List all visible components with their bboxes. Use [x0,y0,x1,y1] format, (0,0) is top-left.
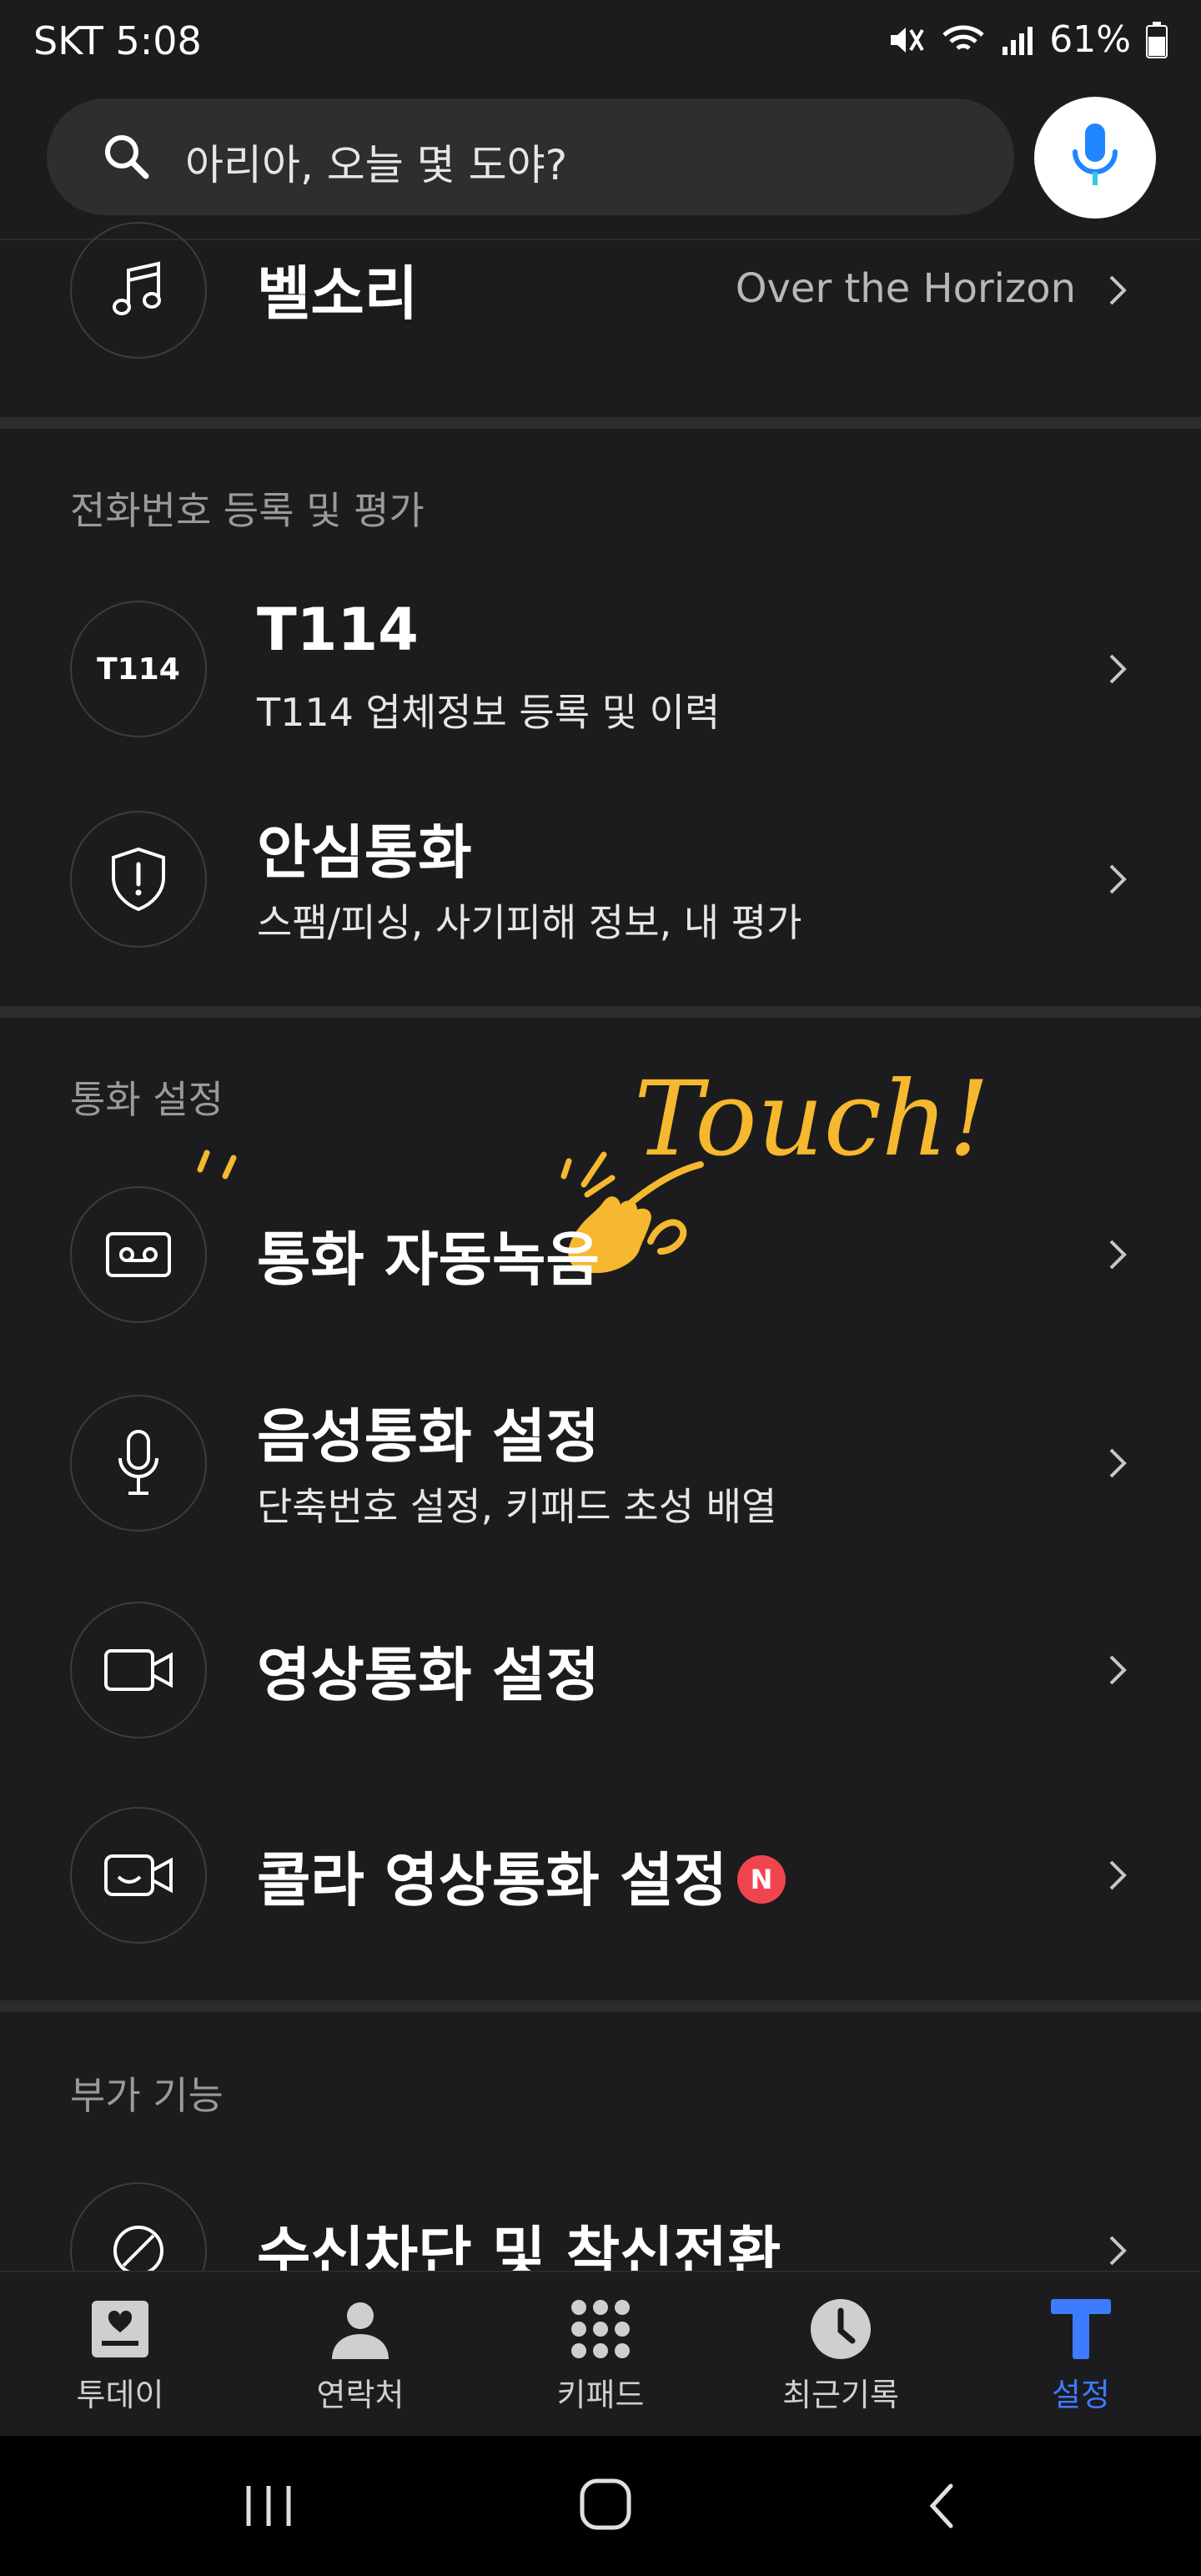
nav-recents[interactable]: 최근기록 [721,2272,961,2436]
video-call-settings-row[interactable]: 영상통화 설정 [0,1602,1201,1738]
voice-call-settings-subtitle: 단축번호 설정, 키패드 초성 배열 [257,1484,777,1529]
today-icon [92,2301,148,2357]
section-divider [0,2000,1201,2012]
nav-settings[interactable]: 설정 [961,2272,1201,2436]
system-nav-bar [0,2436,1201,2576]
mic-outline-icon [70,1395,207,1532]
nav-today-label: 투데이 [76,2377,164,2413]
chevron-right-icon [1109,1240,1127,1270]
nav-keypad-label: 키패드 [556,2377,645,2413]
voice-call-settings-title: 음성통화 설정 [257,1402,600,1471]
recent-apps-button[interactable] [242,2483,295,2529]
nav-settings-label: 설정 [1052,2377,1110,2413]
nav-contacts[interactable]: 연락처 [240,2272,480,2436]
chevron-right-icon [1109,2236,1127,2266]
chevron-right-icon [1109,1448,1127,1478]
chevron-right-icon [1109,1860,1127,1890]
back-button[interactable] [924,2481,957,2531]
keypad-icon [571,2300,630,2358]
nav-contacts-label: 연락처 [316,2377,405,2413]
cola-video-call-settings-row[interactable]: 콜라 영상통화 설정 N [0,1807,1201,1944]
cola-video-call-settings-title: 콜라 영상통화 설정 [257,1846,727,1914]
contacts-icon [332,2302,389,2359]
auto-record-title: 통화 자동녹음 [257,1225,600,1294]
chevron-right-icon [1109,1655,1127,1685]
block-icon [70,2182,207,2272]
settings-t-icon [1051,2299,1111,2359]
voice-call-settings-row[interactable]: 음성통화 설정 단축번호 설정, 키패드 초성 배열 [0,1395,1201,1532]
new-badge: N [736,1854,786,1904]
nav-recents-label: 최근기록 [782,2377,899,2413]
voicemail-tape-icon [70,1186,207,1323]
nav-keypad[interactable]: 키패드 [480,2272,721,2436]
hand-pointer-doodle [197,1150,704,1273]
call-block-forward-row[interactable]: 수신차단 및 착신전환 [0,2182,1201,2272]
video-call-settings-title: 영상통화 설정 [257,1641,600,1709]
video-camera-icon [70,1602,207,1738]
auto-record-row[interactable]: 통화 자동녹음 [0,1186,1201,1323]
cola-video-icon [70,1807,207,1944]
section-title-extra: 부가 기능 [70,2073,224,2118]
bottom-nav: 투데이 연락처 키패드 최근기록 설정 [0,2271,1201,2436]
call-block-forward-title: 수신차단 및 착신전환 [257,2220,781,2272]
clock-icon [811,2299,871,2359]
nav-today[interactable]: 투데이 [0,2272,240,2436]
home-button[interactable] [579,2478,632,2531]
